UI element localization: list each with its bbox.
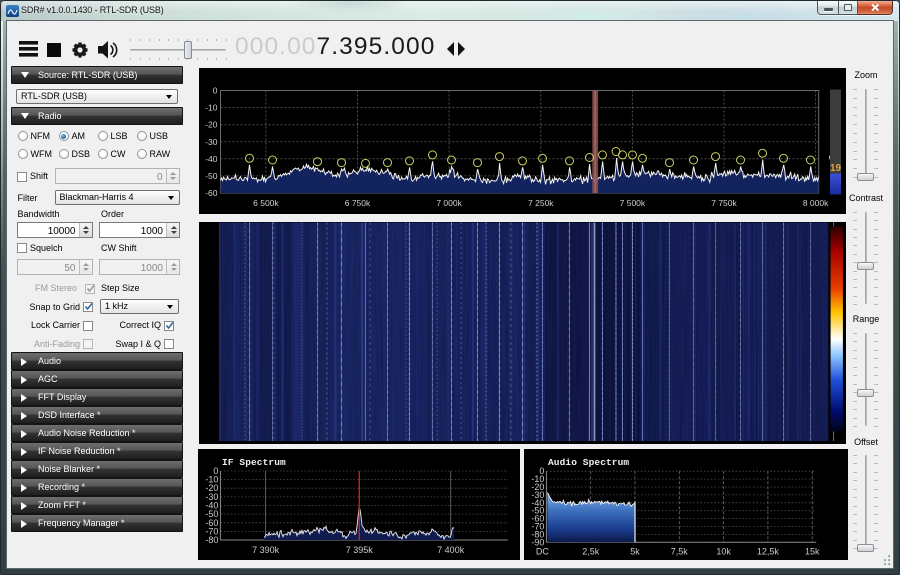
svg-text:8 000k: 8 000k	[803, 198, 829, 208]
svg-text:2,5k: 2,5k	[582, 546, 600, 556]
svg-text:12,5k: 12,5k	[757, 546, 780, 556]
svg-text:7 250k: 7 250k	[528, 198, 554, 208]
svg-text:6 500k: 6 500k	[253, 198, 279, 208]
svg-text:10k: 10k	[716, 546, 731, 556]
svg-text:-10: -10	[205, 103, 218, 113]
svg-text:IF Spectrum: IF Spectrum	[222, 457, 286, 468]
svg-text:7 390k: 7 390k	[252, 545, 280, 555]
svg-text:7 000k: 7 000k	[436, 198, 462, 208]
svg-text:0: 0	[213, 86, 218, 96]
svg-text:-60: -60	[205, 188, 218, 198]
svg-text:-50: -50	[205, 171, 218, 181]
svg-text:-80: -80	[205, 535, 218, 545]
svg-text:5k: 5k	[630, 546, 640, 556]
svg-text:7 500k: 7 500k	[620, 198, 646, 208]
svg-text:DC: DC	[536, 546, 549, 556]
svg-text:15k: 15k	[805, 546, 820, 556]
svg-text:-30: -30	[205, 137, 218, 147]
svg-text:7,5k: 7,5k	[671, 546, 689, 556]
svg-text:7 750k: 7 750k	[711, 198, 737, 208]
svg-text:7 395k: 7 395k	[346, 545, 374, 555]
svg-text:-40: -40	[205, 154, 218, 164]
svg-text:19: 19	[830, 163, 842, 174]
svg-text:-20: -20	[205, 120, 218, 130]
svg-text:Audio Spectrum: Audio Spectrum	[548, 457, 629, 468]
svg-text:7 400k: 7 400k	[437, 545, 465, 555]
svg-text:6 750k: 6 750k	[345, 198, 371, 208]
